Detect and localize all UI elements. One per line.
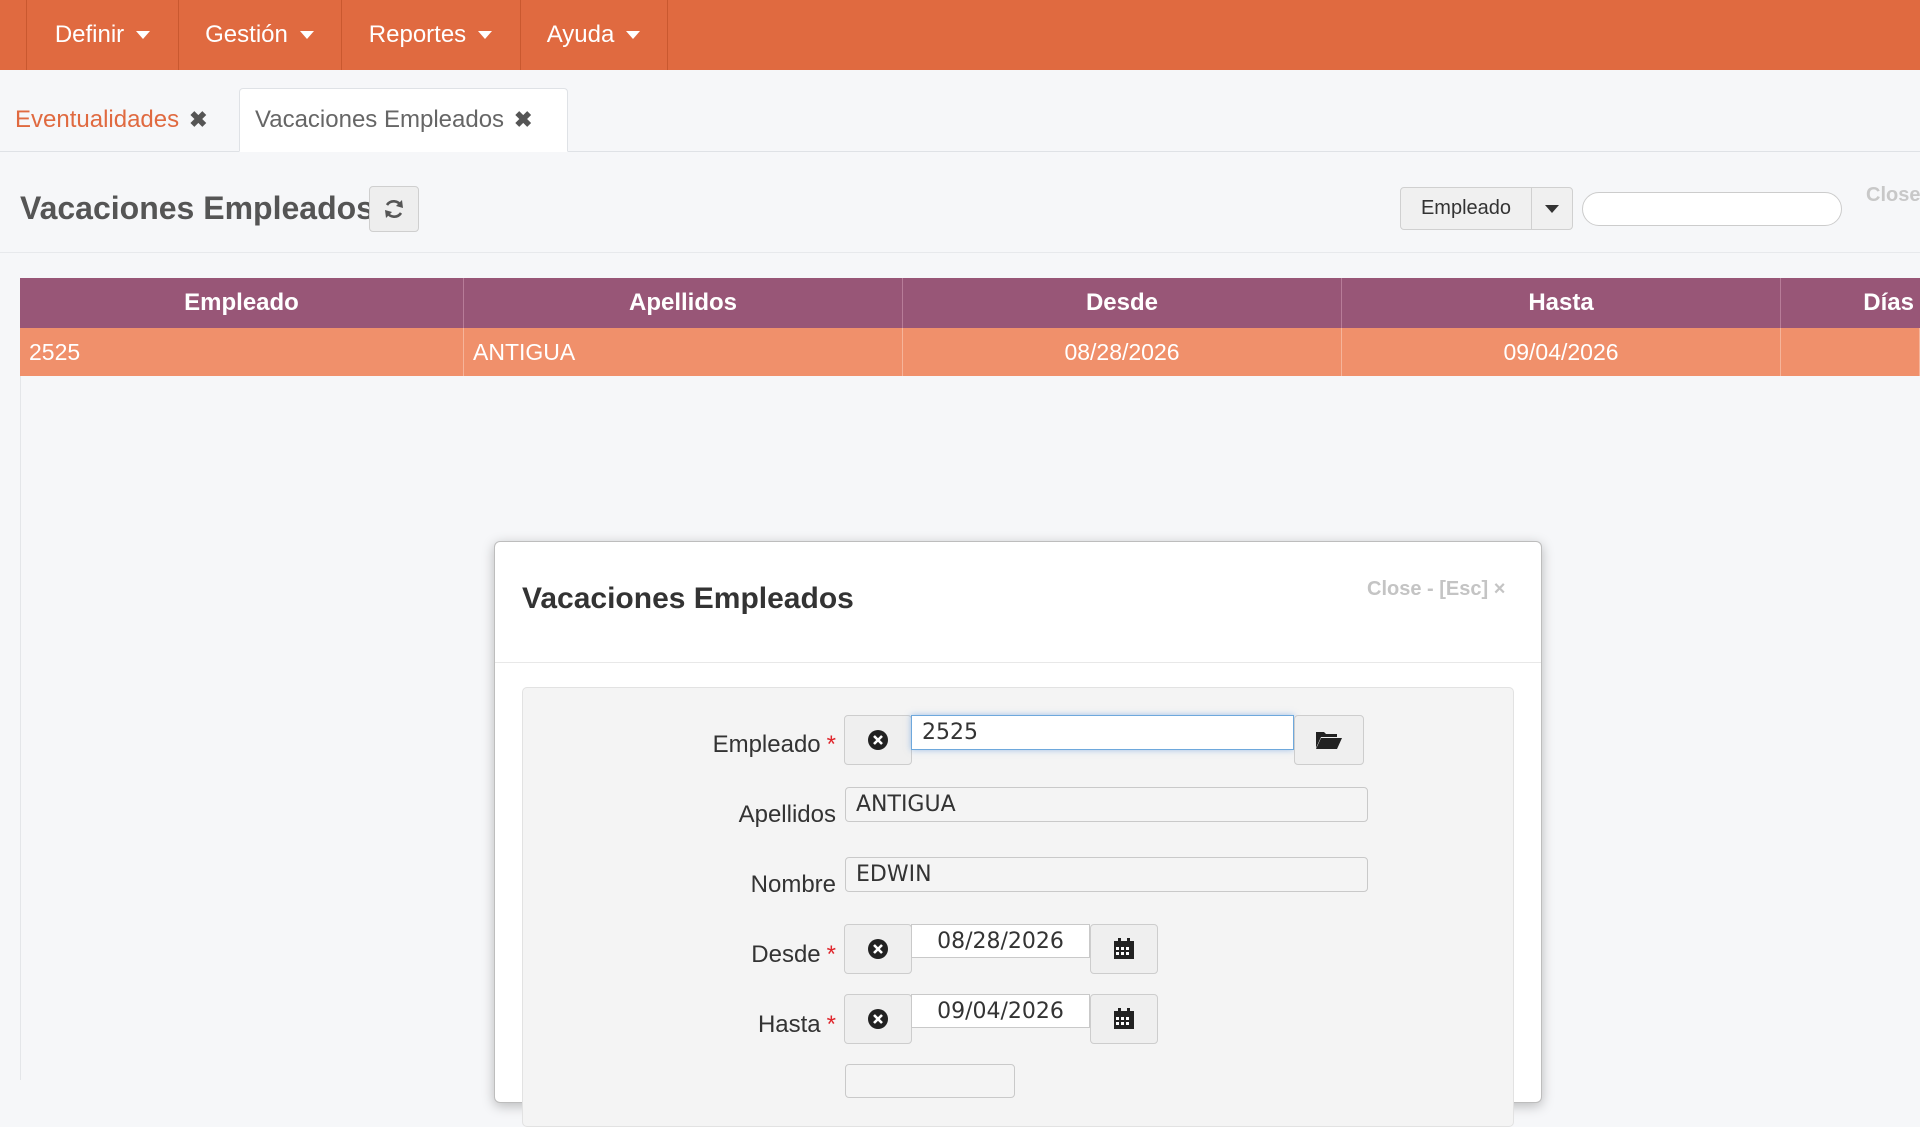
hasta-date-input[interactable]: 09/04/2026 (911, 994, 1090, 1028)
refresh-icon (385, 200, 403, 218)
menu-gestion[interactable]: Gestión (178, 0, 342, 70)
filter-field-label: Empleado (1401, 188, 1532, 229)
menu-ayuda[interactable]: Ayuda (520, 0, 668, 70)
modal-divider (495, 662, 1541, 663)
column-header[interactable]: Desde (903, 278, 1342, 328)
required-mark: * (826, 731, 836, 758)
caret-down-icon (136, 31, 151, 39)
tab-label: Vacaciones Empleados (255, 106, 505, 133)
caret-down-icon (1545, 204, 1559, 213)
clear-empleado-button[interactable] (844, 715, 912, 765)
close-link[interactable]: Close (1866, 184, 1920, 207)
modal-title: Vacaciones Empleados (522, 582, 854, 615)
edit-modal: Vacaciones Empleados Close - [Esc] × Emp… (494, 541, 1542, 1127)
clear-icon (868, 730, 888, 750)
table-cell (1781, 328, 1920, 376)
data-grid: Empleado Apellidos Desde Hasta Días 2525… (20, 278, 1920, 376)
dias-field[interactable] (845, 1064, 1015, 1098)
close-tab-icon[interactable]: ✖ (189, 107, 207, 133)
caret-down-icon (478, 31, 493, 39)
browse-empleado-button[interactable] (1294, 715, 1364, 765)
table-cell: ANTIGUA (464, 328, 903, 376)
empleado-label: Empleado * (616, 731, 836, 759)
calendar-icon (1114, 1008, 1134, 1029)
apellidos-label: Apellidos (738, 801, 836, 828)
grid-header: Empleado Apellidos Desde Hasta Días (20, 278, 1920, 328)
tab-label: Eventualidades (15, 106, 180, 133)
calendar-icon (1114, 938, 1134, 959)
caret-down-icon (626, 31, 641, 39)
refresh-button[interactable] (369, 186, 419, 232)
empleado-input[interactable]: 2525 (911, 715, 1294, 750)
table-cell: 09/04/2026 (1342, 328, 1781, 376)
menu-label: Ayuda (546, 21, 615, 48)
modal-close-button[interactable]: Close - [Esc] × (1367, 578, 1505, 601)
column-header[interactable]: Días (1781, 278, 1920, 328)
tab-vacaciones-empleados[interactable]: Vacaciones Empleados ✖ (239, 88, 568, 152)
close-tab-icon[interactable]: ✖ (514, 107, 532, 133)
desde-calendar-button[interactable] (1090, 924, 1158, 974)
clear-hasta-button[interactable] (844, 994, 912, 1044)
tab-eventualidades[interactable]: Eventualidades ✖ (0, 88, 230, 152)
menu-definir[interactable]: Definir (27, 0, 179, 70)
search-input[interactable] (1582, 192, 1842, 226)
column-header[interactable]: Empleado (20, 278, 464, 328)
folder-open-icon (1316, 732, 1342, 749)
hasta-label: Hasta * (616, 1011, 836, 1039)
page-title: Vacaciones Empleados (20, 190, 374, 226)
caret-down-icon (299, 31, 314, 39)
column-header[interactable]: Hasta (1342, 278, 1781, 328)
table-row[interactable]: 2525 ANTIGUA 08/28/2026 09/04/2026 (20, 328, 1920, 376)
nombre-field[interactable]: EDWIN (845, 857, 1368, 892)
desde-date-input[interactable]: 08/28/2026 (911, 924, 1090, 958)
field-label: Empleado (712, 731, 821, 758)
menu-label: Reportes (368, 21, 467, 48)
nombre-label: Nombre (750, 871, 836, 898)
form-panel: Empleado * 2525 Apellidos ANTIGUA Nombre … (522, 687, 1514, 1127)
required-mark: * (826, 1011, 836, 1038)
clear-icon (868, 1009, 888, 1029)
clear-icon (868, 939, 888, 959)
field-label: Hasta (757, 1011, 821, 1038)
top-navbar: Definir Gestión Reportes Ayuda (0, 0, 1920, 70)
column-header[interactable]: Apellidos (464, 278, 903, 328)
filter-dropdown-toggle[interactable] (1532, 188, 1572, 229)
menu-label: Definir (54, 21, 125, 48)
menu-label: Gestión (205, 21, 288, 48)
apellidos-field[interactable]: ANTIGUA (845, 787, 1368, 822)
filter-field-dropdown[interactable]: Empleado (1400, 187, 1573, 230)
clear-desde-button[interactable] (844, 924, 912, 974)
desde-label: Desde * (616, 941, 836, 969)
required-mark: * (826, 941, 836, 968)
field-label: Desde (751, 941, 821, 968)
table-cell: 08/28/2026 (903, 328, 1342, 376)
table-cell: 2525 (20, 328, 464, 376)
menu-reportes[interactable]: Reportes (341, 0, 521, 70)
hasta-calendar-button[interactable] (1090, 994, 1158, 1044)
